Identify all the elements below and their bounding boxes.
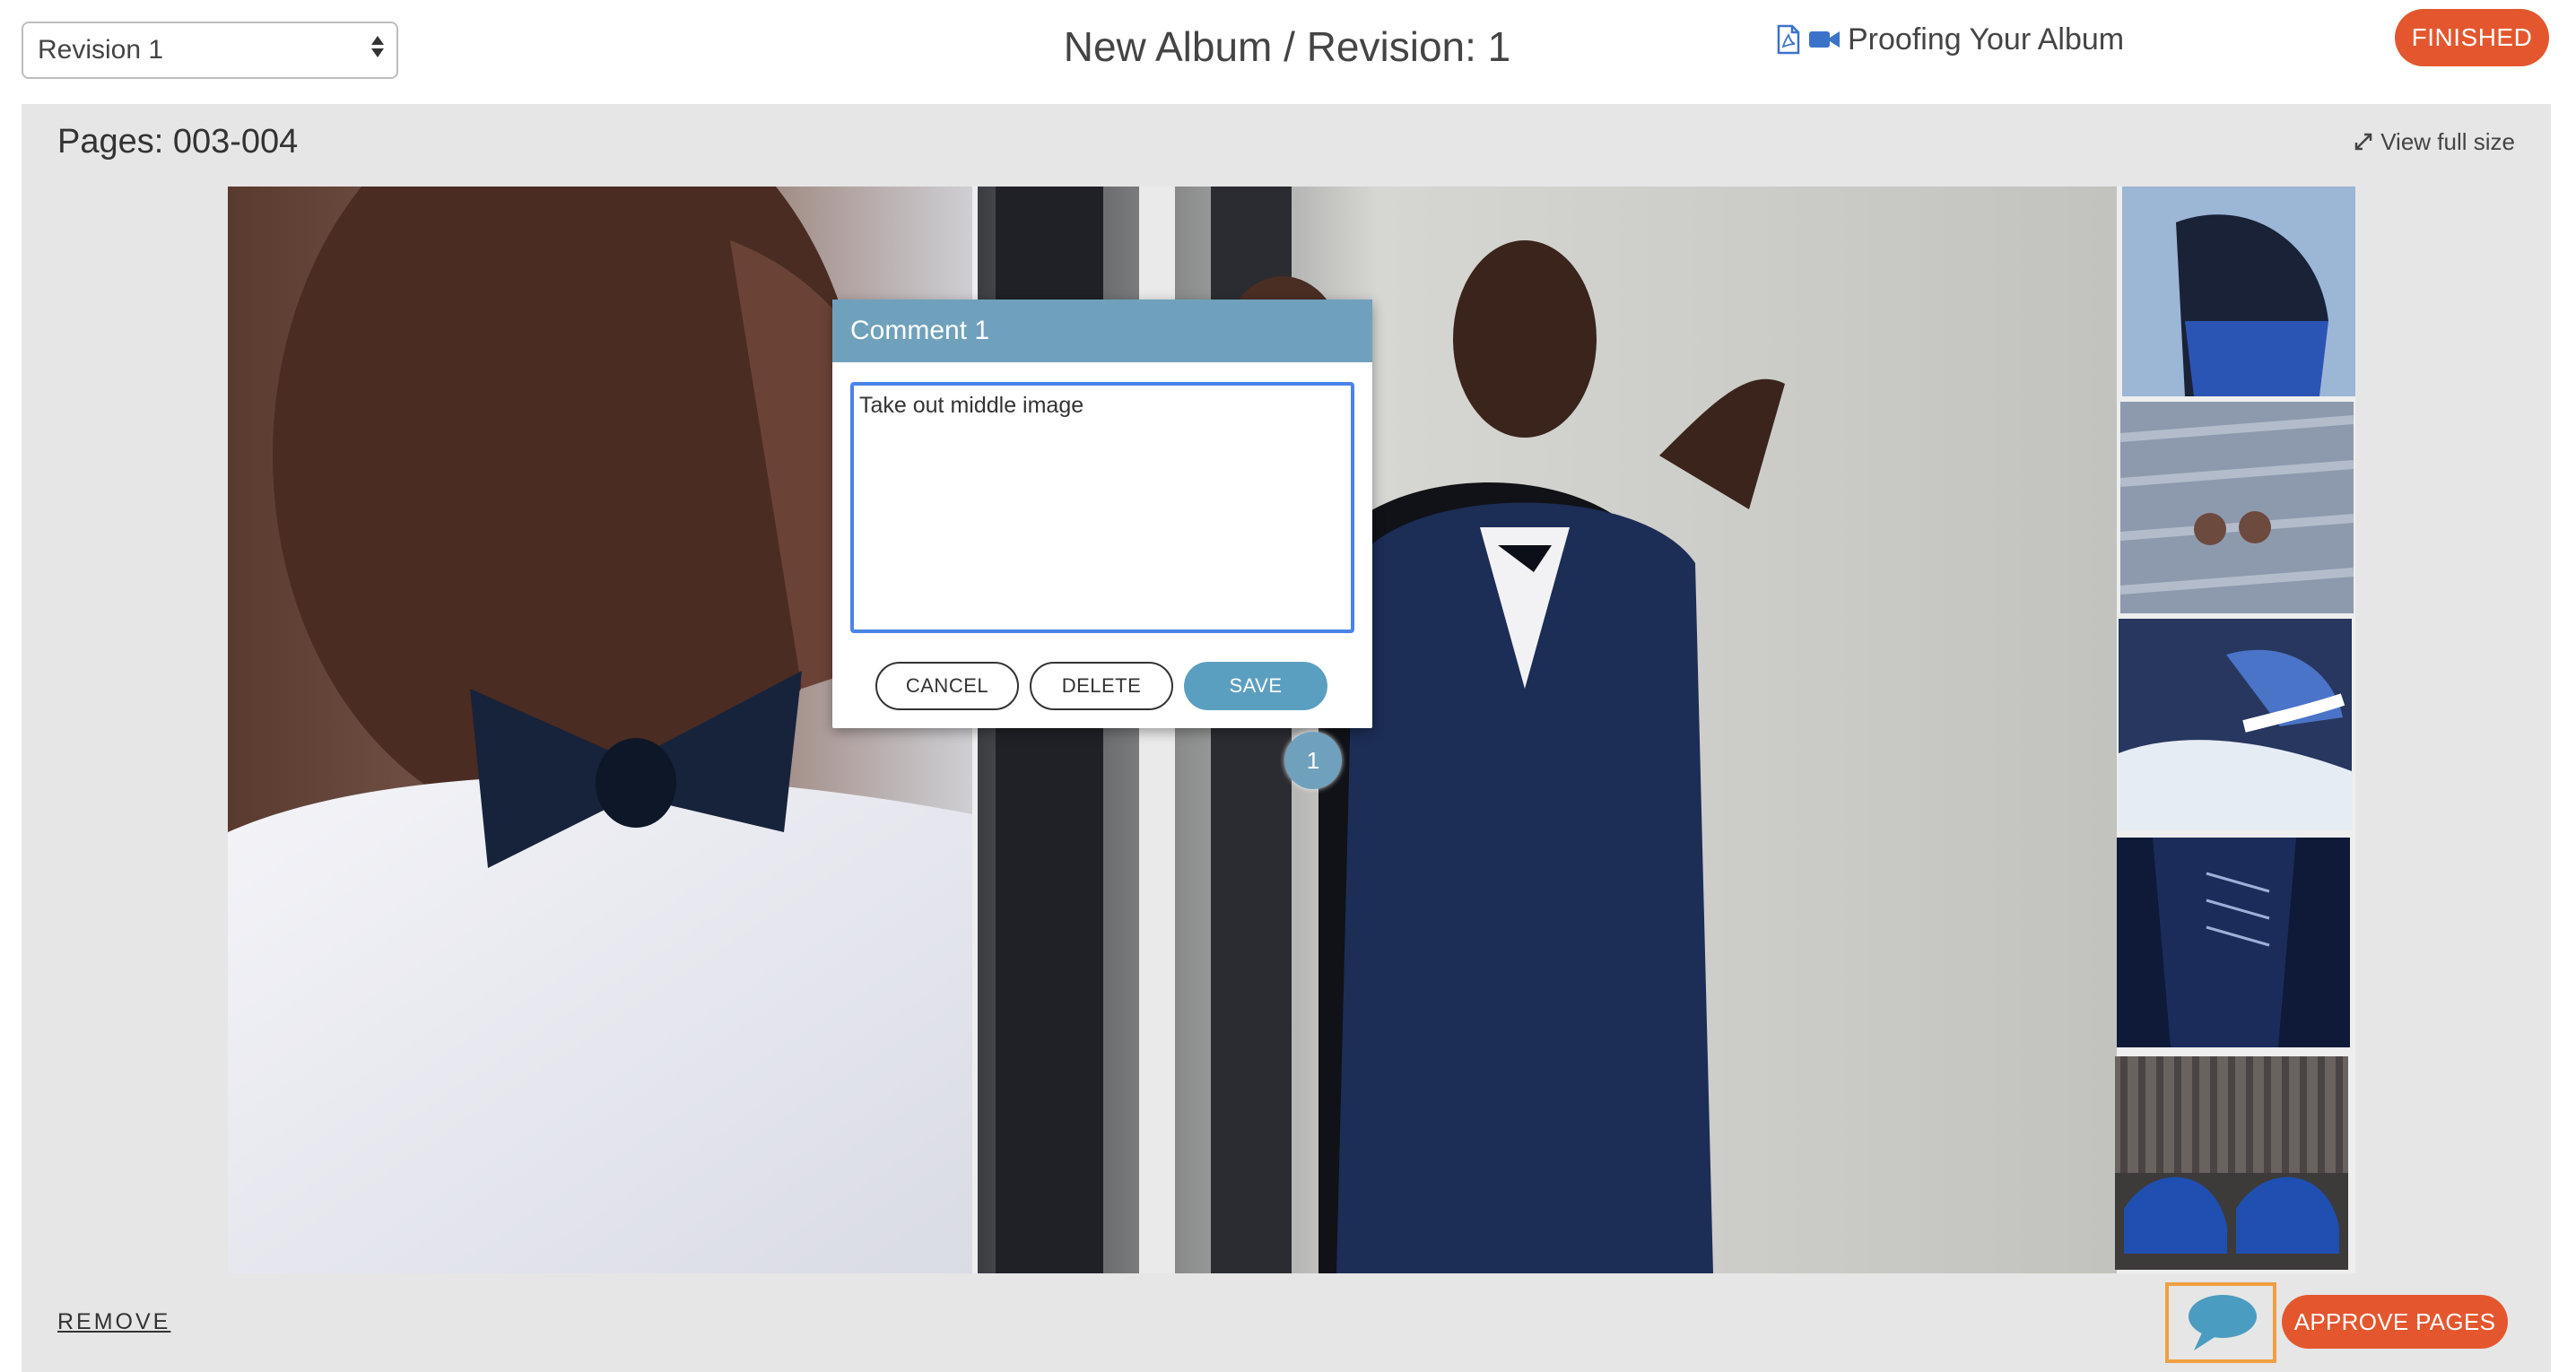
proofing-link[interactable]: Proofing Your Album: [1776, 18, 2124, 61]
view-full-size-link[interactable]: View full size: [2354, 122, 2515, 161]
speech-bubble-icon: [2189, 1295, 2257, 1350]
comment-dialog-buttons: CANCEL DELETE SAVE: [875, 662, 1327, 710]
proofing-label[interactable]: Proofing Your Album: [1848, 22, 2124, 57]
finished-button[interactable]: FINISHED: [2395, 9, 2549, 66]
photo-cufflinks[interactable]: [2120, 402, 2354, 613]
select-arrows-icon: [371, 36, 384, 57]
photo-shoe-heel[interactable]: [2122, 187, 2355, 396]
delete-button[interactable]: DELETE: [1030, 662, 1173, 710]
view-full-size-label[interactable]: View full size: [2380, 122, 2515, 161]
comment-dialog: Comment 1 Take out middle image CANCEL D…: [832, 300, 1372, 728]
save-button[interactable]: SAVE: [1184, 662, 1327, 710]
revision-select-value: Revision 1: [38, 35, 164, 65]
photo-jacket-lining[interactable]: [2117, 838, 2350, 1047]
remove-link[interactable]: REMOVE: [57, 1307, 170, 1336]
add-comment-button[interactable]: [2165, 1282, 2276, 1363]
header: Revision 1 New Album / Revision: 1 Proof…: [0, 0, 2576, 104]
pages-label: Pages: 003-004: [57, 123, 299, 161]
pdf-file-icon[interactable]: [1776, 24, 1801, 55]
revision-select[interactable]: Revision 1: [22, 22, 398, 79]
photo-sneakers-pair[interactable]: [2115, 1056, 2348, 1270]
expand-arrows-icon: [2354, 133, 2372, 151]
photo-sneaker-closeup[interactable]: [2119, 619, 2352, 830]
comment-dialog-title: Comment 1: [832, 300, 1372, 362]
comment-marker[interactable]: 1: [1284, 732, 1342, 789]
approve-pages-button[interactable]: APPROVE PAGES: [2282, 1295, 2508, 1349]
video-camera-icon[interactable]: [1808, 27, 1841, 52]
cancel-button[interactable]: CANCEL: [875, 662, 1019, 710]
comment-textarea[interactable]: Take out middle image: [850, 382, 1354, 633]
page-title: New Album / Revision: 1: [1063, 23, 1511, 70]
